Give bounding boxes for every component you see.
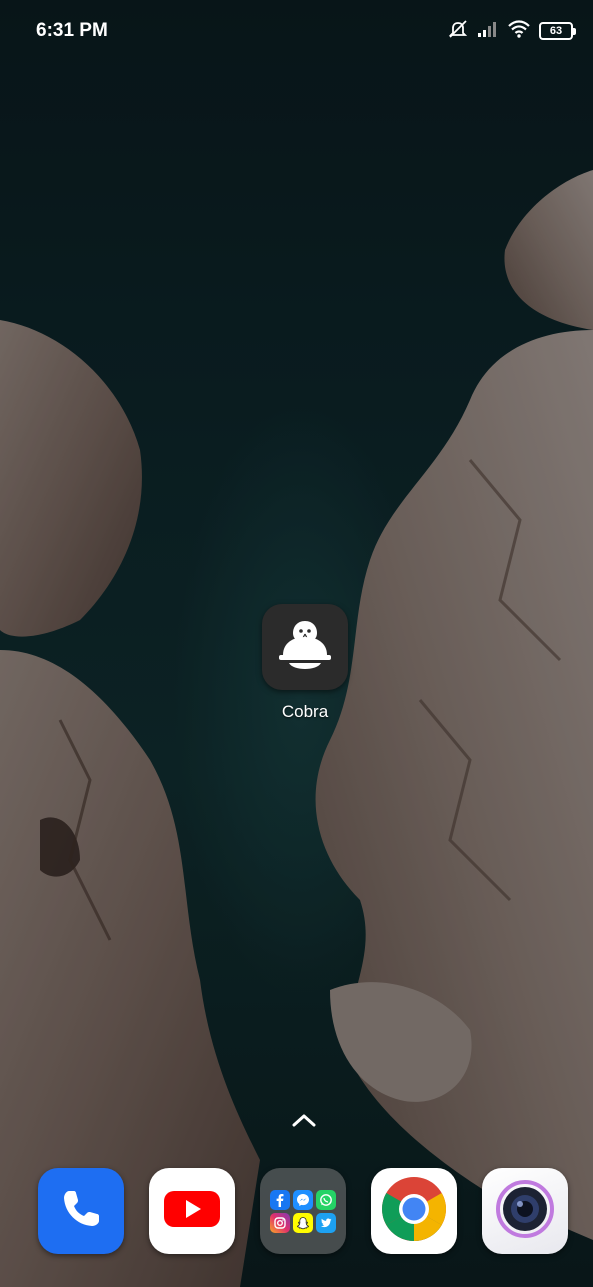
twitter-icon [316,1212,336,1233]
dock [0,1168,593,1258]
cobra-helmet-icon [262,604,348,690]
status-bar: 6:31 PM 63 [0,0,593,64]
wifi-icon [507,19,531,43]
youtube-icon [162,1187,222,1236]
phone-icon [55,1183,107,1240]
status-time: 6:31 PM [36,20,108,41]
battery-icon: 63 [539,22,576,40]
signal-icon [477,20,499,43]
app-cobra[interactable]: Cobra [258,604,352,722]
status-icons: 63 [447,19,576,44]
battery-level: 63 [549,24,563,37]
facebook-icon [270,1189,290,1210]
whatsapp-icon [316,1189,336,1210]
messenger-icon [293,1189,313,1210]
alarm-off-icon [447,19,469,44]
snapchat-icon [293,1212,313,1233]
camera-icon [491,1175,559,1248]
home-screen: 6:31 PM 63 Cobra [0,0,593,1287]
chrome-app[interactable] [371,1168,457,1254]
chevron-up-icon[interactable] [290,1110,318,1130]
phone-app[interactable] [38,1168,124,1254]
youtube-app[interactable] [149,1168,235,1254]
app-label-cobra: Cobra [281,702,329,721]
social-folder[interactable] [260,1168,346,1254]
instagram-icon [270,1212,290,1233]
camera-app[interactable] [482,1168,568,1254]
chrome-icon [379,1174,449,1249]
